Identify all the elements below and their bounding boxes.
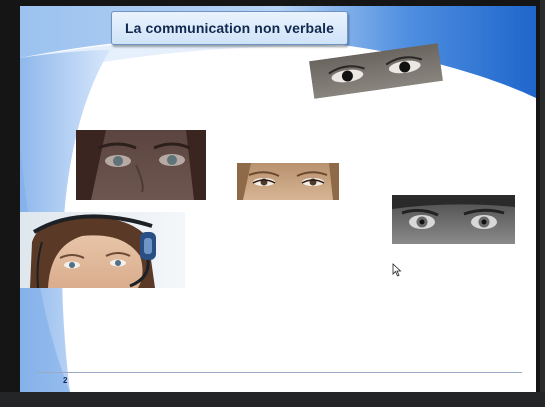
footer-divider: [36, 372, 522, 373]
slide: La communication non verbale 2: [20, 6, 536, 392]
woman-eyes-image: [76, 130, 206, 200]
blonde-eyes-image: [237, 163, 339, 200]
headset-woman-image: [20, 212, 185, 288]
title-box[interactable]: La communication non verbale: [111, 11, 348, 45]
mouse-cursor-icon: [392, 263, 402, 277]
page-number: 2: [63, 376, 68, 385]
window-edge: [540, 0, 545, 392]
bottom-bar: [0, 392, 545, 407]
bw-eyes-image: [392, 195, 515, 244]
slide-title: La communication non verbale: [125, 20, 334, 36]
